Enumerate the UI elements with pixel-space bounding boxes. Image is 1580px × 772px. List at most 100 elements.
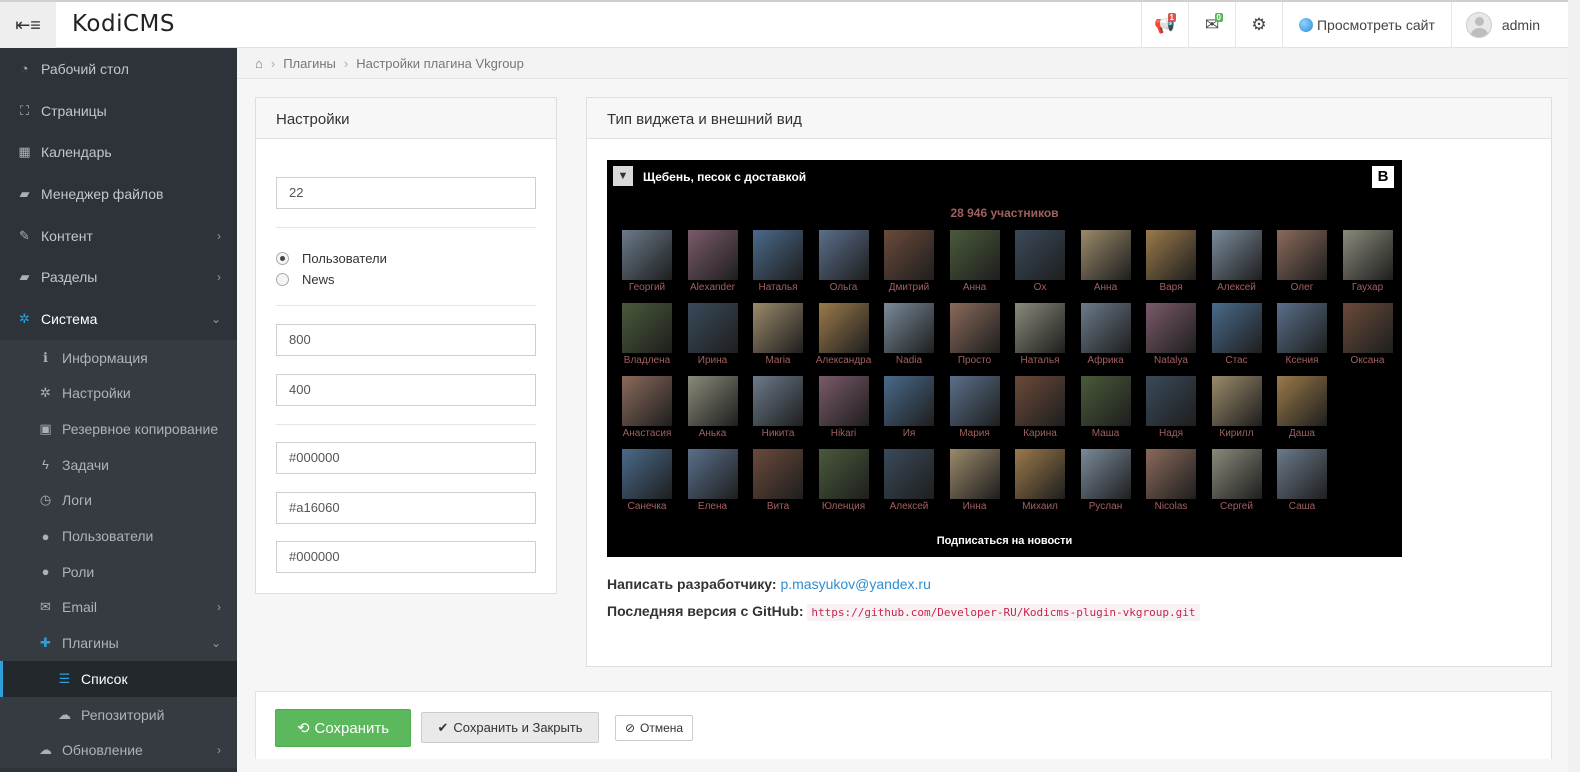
member-name[interactable]: Анька (680, 428, 746, 439)
member-card[interactable]: Руслан (1073, 449, 1139, 512)
user-menu[interactable]: admin (1450, 2, 1568, 48)
member-card[interactable]: Стас (1204, 303, 1270, 366)
member-avatar[interactable] (687, 449, 738, 499)
member-avatar[interactable] (884, 303, 934, 353)
member-avatar[interactable] (1146, 303, 1196, 353)
member-card[interactable]: Александра (811, 303, 877, 366)
save-button[interactable]: ⟲ Сохранить (275, 709, 411, 747)
member-name[interactable]: Варя (1138, 282, 1204, 293)
member-card[interactable]: Санечка (614, 449, 680, 512)
member-card[interactable]: Мария (942, 376, 1008, 439)
member-card[interactable]: Ох (1007, 230, 1073, 293)
radio-news[interactable]: News (276, 272, 335, 287)
home-icon[interactable]: ⌂ (255, 56, 263, 71)
member-avatar[interactable] (1015, 449, 1065, 499)
member-avatar[interactable] (1342, 303, 1393, 353)
member-card[interactable]: Ксения (1269, 303, 1335, 366)
member-card[interactable]: Оксана (1335, 303, 1401, 366)
member-card[interactable]: Сергей (1204, 449, 1270, 512)
member-avatar[interactable] (884, 376, 934, 426)
width-input[interactable]: 800 (276, 324, 536, 356)
member-name[interactable]: Анна (1073, 282, 1139, 293)
group-id-input[interactable]: 22 (276, 177, 536, 209)
member-card[interactable]: Георгий (614, 230, 680, 293)
breadcrumb-plugins[interactable]: Плагины (283, 56, 336, 71)
member-card[interactable]: Просто (942, 303, 1008, 366)
group-name[interactable]: Щебень, песок с доставкой (643, 170, 806, 184)
member-name[interactable]: Гаухар (1335, 282, 1401, 293)
member-card[interactable]: Nicolas (1138, 449, 1204, 512)
sidebar-item-pages[interactable]: ⛶ Страницы (0, 90, 237, 132)
settings-button[interactable]: ⚙ (1234, 2, 1282, 48)
color2-input[interactable]: #a16060 (276, 492, 536, 524)
height-input[interactable]: 400 (276, 374, 536, 406)
member-avatar[interactable] (1080, 449, 1131, 499)
member-name[interactable]: Алексей (1204, 282, 1270, 293)
member-name[interactable]: Руслан (1073, 501, 1139, 512)
member-avatar[interactable] (1080, 376, 1131, 426)
member-card[interactable]: Даша (1269, 376, 1335, 439)
member-card[interactable]: Юленция (811, 449, 877, 512)
member-card[interactable]: Инна (942, 449, 1008, 512)
member-name[interactable]: Саша (1269, 501, 1335, 512)
member-name[interactable]: Maria (745, 355, 811, 366)
save-close-button[interactable]: ✔ Сохранить и Закрыть (421, 712, 599, 743)
member-avatar[interactable] (622, 449, 672, 499)
radio-news-dot[interactable] (276, 273, 289, 286)
sidebar-item-system[interactable]: ✲ Система ⌄ (0, 298, 237, 340)
member-avatar[interactable] (1146, 376, 1196, 426)
sidebar-item-email[interactable]: ✉ Email › (0, 590, 237, 626)
member-avatar[interactable] (949, 376, 1000, 426)
member-avatar[interactable] (1211, 376, 1262, 426)
member-card[interactable]: Саша (1269, 449, 1335, 512)
member-card[interactable]: Nadia (876, 303, 942, 366)
member-name[interactable]: Африка (1073, 355, 1139, 366)
sidebar-item-roles[interactable]: ● Роли (0, 554, 237, 590)
vk-widget[interactable]: ▼ Щебень, песок с доставкой B 28 946 уча… (607, 160, 1402, 557)
member-card[interactable]: Анна (942, 230, 1008, 293)
member-name[interactable]: Ия (876, 428, 942, 439)
member-card[interactable]: Анька (680, 376, 746, 439)
group-logo-icon[interactable]: ▼ (613, 166, 633, 186)
member-avatar[interactable] (1342, 230, 1393, 280)
member-name[interactable]: Nadia (876, 355, 942, 366)
member-name[interactable]: Просто (942, 355, 1008, 366)
members-count[interactable]: 28 946 участников (607, 206, 1402, 220)
member-avatar[interactable] (1080, 230, 1131, 280)
member-name[interactable]: Ох (1007, 282, 1073, 293)
member-name[interactable]: Hikari (811, 428, 877, 439)
member-name[interactable]: Карина (1007, 428, 1073, 439)
cancel-button[interactable]: ⊘ Отмена (615, 715, 693, 741)
member-card[interactable]: Наталья (745, 230, 811, 293)
member-avatar[interactable] (753, 449, 803, 499)
member-card[interactable]: Анастасия (614, 376, 680, 439)
member-name[interactable]: Даша (1269, 428, 1335, 439)
member-avatar[interactable] (622, 376, 672, 426)
member-name[interactable]: Надя (1138, 428, 1204, 439)
member-name[interactable]: Ксения (1269, 355, 1335, 366)
developer-email-link[interactable]: p.masyukov@yandex.ru (780, 576, 930, 592)
member-name[interactable]: Санечка (614, 501, 680, 512)
member-card[interactable]: Надя (1138, 376, 1204, 439)
sidebar-item-file-manager[interactable]: ▰ Менеджер файлов (0, 173, 237, 215)
member-avatar[interactable] (753, 303, 803, 353)
member-card[interactable]: Вита (745, 449, 811, 512)
member-name[interactable]: Вита (745, 501, 811, 512)
member-card[interactable]: Ирина (680, 303, 746, 366)
member-avatar[interactable] (1211, 230, 1262, 280)
member-avatar[interactable] (884, 230, 934, 280)
announcements-button[interactable]: 📢 1 (1140, 2, 1188, 48)
sidebar-item-repository[interactable]: ☁ Репозиторий (0, 697, 237, 733)
member-card[interactable]: Ия (876, 376, 942, 439)
member-avatar[interactable] (1277, 230, 1327, 280)
member-name[interactable]: Елена (680, 501, 746, 512)
member-avatar[interactable] (753, 376, 803, 426)
radio-users-dot[interactable] (276, 252, 289, 265)
member-avatar[interactable] (1146, 230, 1196, 280)
member-card[interactable]: Владлена (614, 303, 680, 366)
member-avatar[interactable] (687, 303, 738, 353)
member-card[interactable]: Анна (1073, 230, 1139, 293)
member-name[interactable]: Владлена (614, 355, 680, 366)
member-name[interactable]: Наталья (1007, 355, 1073, 366)
member-avatar[interactable] (753, 230, 803, 280)
